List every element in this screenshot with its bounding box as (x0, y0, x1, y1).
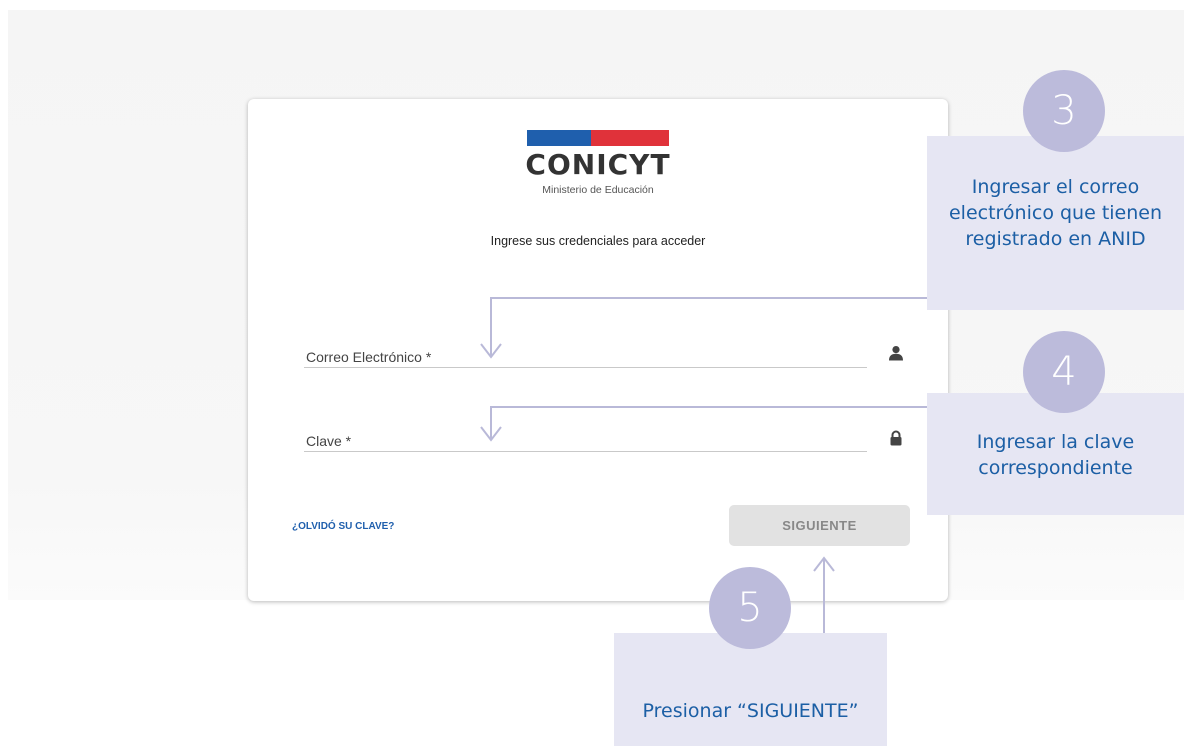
arrow-to-email-field (490, 297, 940, 356)
arrow-to-password-field (490, 406, 940, 439)
step-badge-3: 3 (1023, 70, 1105, 152)
callout-step-3: Ingresar el correo electrónico que tiene… (927, 136, 1184, 310)
callout-arrows (480, 297, 940, 667)
step-badge-5: 5 (709, 567, 791, 649)
step-badge-4: 4 (1023, 331, 1105, 413)
callout-step-5: Presionar “SIGUIENTE” (614, 633, 887, 746)
